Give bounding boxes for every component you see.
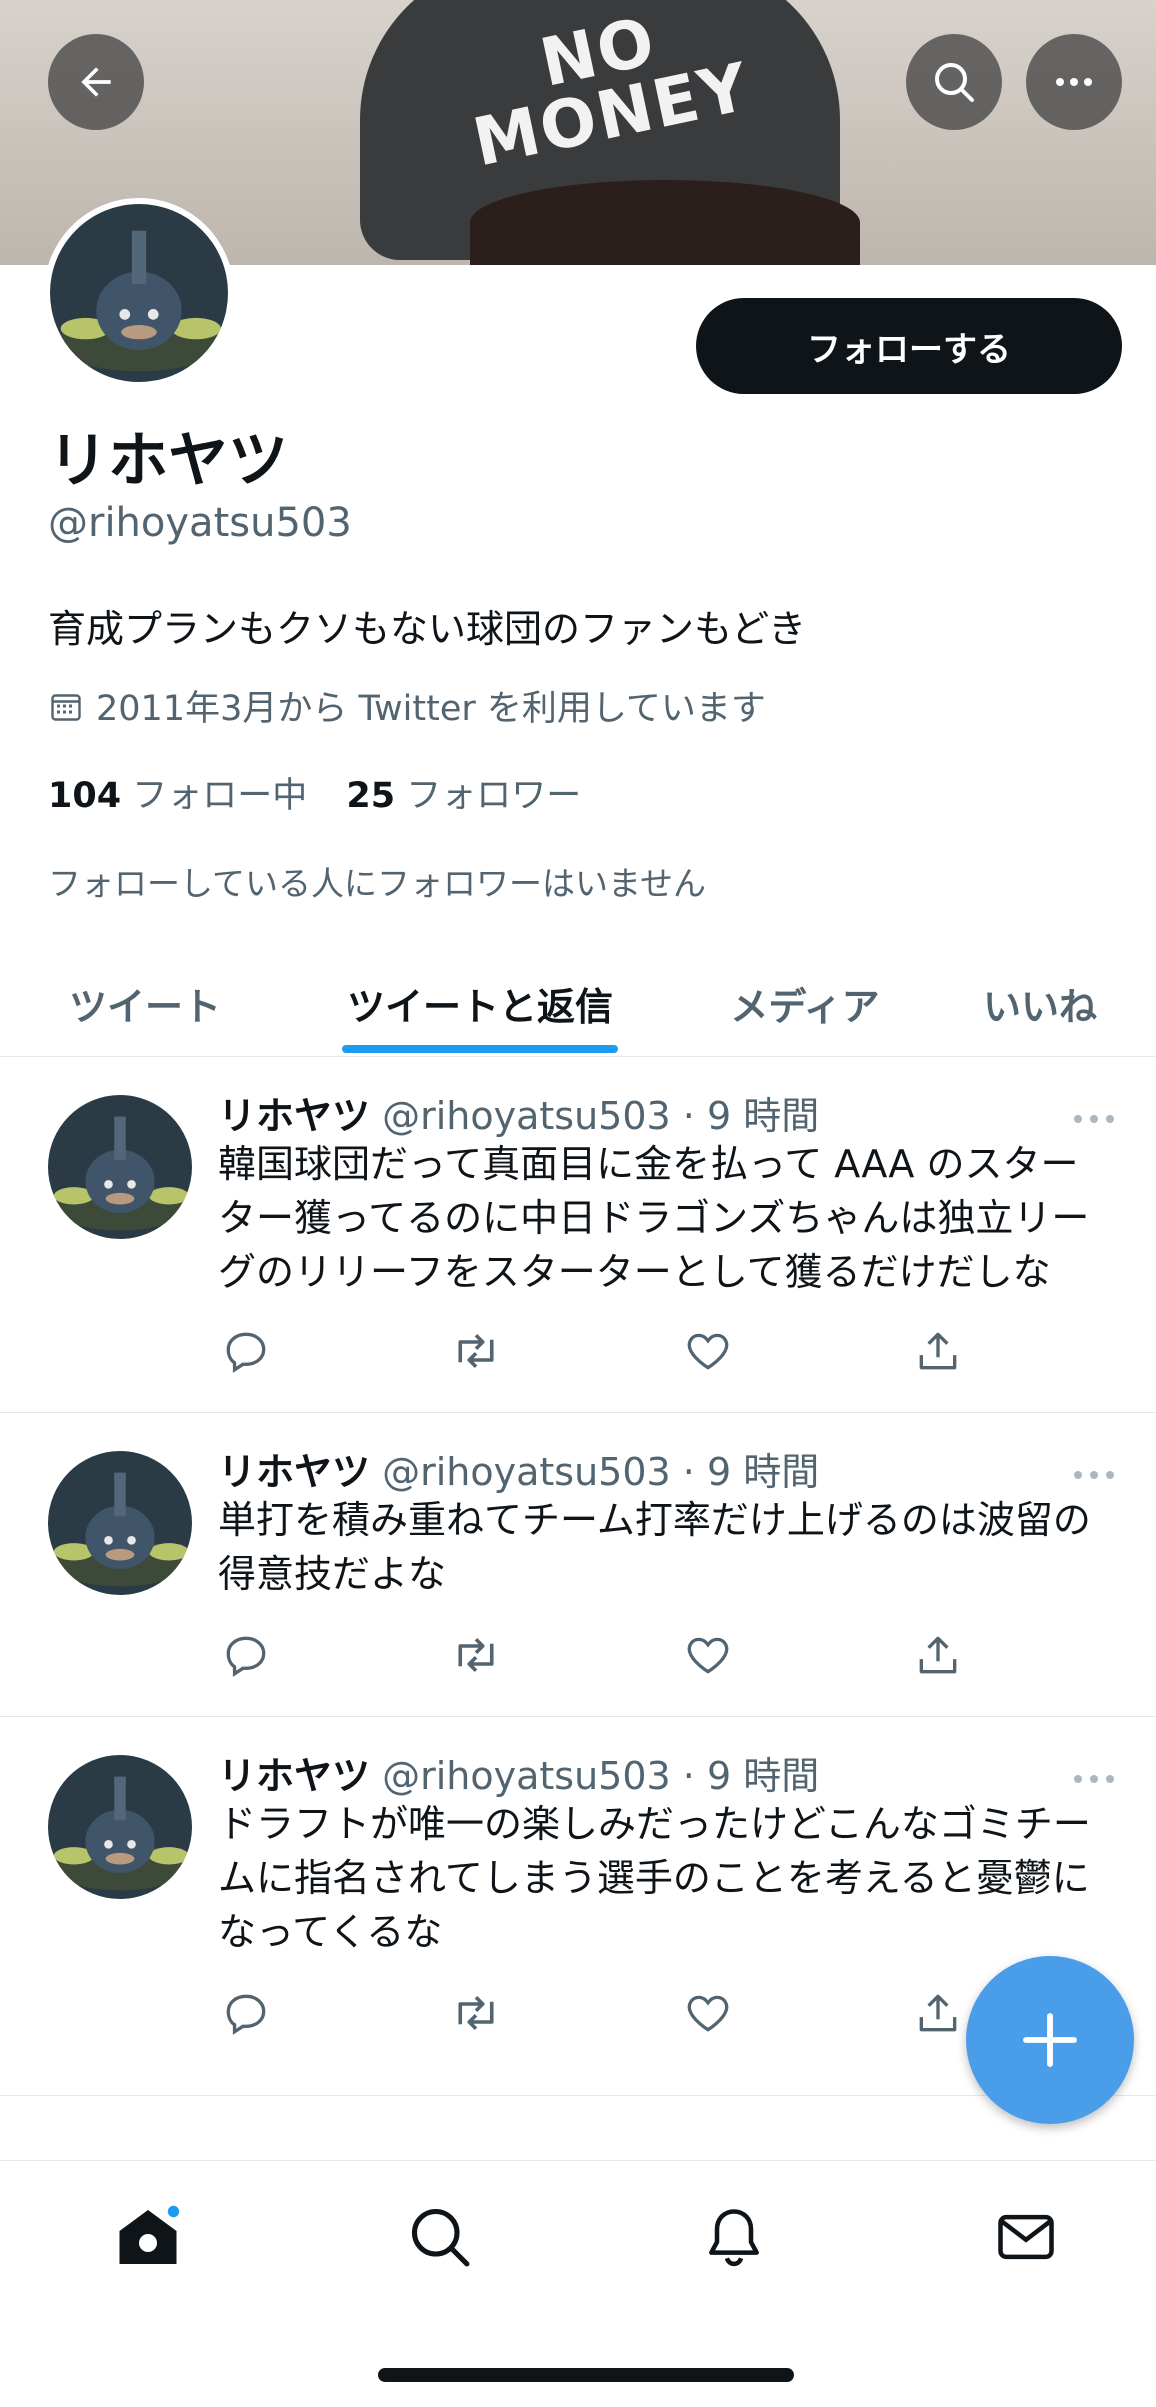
profile-joined: 2011年3月から Twitter を利用しています	[48, 680, 766, 731]
home-indicator	[378, 2368, 794, 2382]
tab-tweets-and-replies[interactable]: ツイートと返信	[330, 950, 630, 1056]
retweet-icon[interactable]	[448, 1323, 504, 1379]
back-button[interactable]	[48, 34, 144, 130]
tweet-text: ドラフトが唯一の楽しみだったけどこんなゴミチー ムに指名されてしまう選手のことを考…	[218, 1802, 1091, 1954]
followers-label: フォロワー	[406, 776, 582, 816]
tweet-text: 韓国球団だって真面目に金を払って AAA のスター ター獲ってるのに中日ドラゴンズ…	[218, 1142, 1090, 1294]
following-label: フォロー中	[132, 776, 308, 816]
nav-notifications[interactable]	[698, 2201, 770, 2273]
tweet-author-name[interactable]: リホヤツ	[218, 1094, 370, 1138]
share-icon[interactable]	[910, 1323, 966, 1379]
retweet-icon[interactable]	[448, 1985, 504, 2041]
tweet[interactable]: リホヤツ @rihoyatsu503 · 9 時間 単打を積み重ねてチーム打率だ…	[0, 1413, 1156, 1717]
retweet-icon[interactable]	[448, 1627, 504, 1683]
share-icon[interactable]	[910, 1627, 966, 1683]
heart-icon[interactable]	[680, 1627, 736, 1683]
share-icon[interactable]	[910, 1985, 966, 2041]
profile-handle: @rihoyatsu503	[48, 500, 352, 546]
tweet-header: リホヤツ @rihoyatsu503 · 9 時間	[218, 1745, 819, 1800]
reply-icon[interactable]	[218, 1627, 274, 1683]
tab-tweets[interactable]: ツイート	[40, 950, 250, 1056]
nav-messages[interactable]	[990, 2201, 1062, 2273]
more-icon	[1056, 78, 1092, 86]
active-tab-indicator	[342, 1045, 618, 1053]
reply-icon[interactable]	[218, 1985, 274, 2041]
arrow-left-icon	[81, 67, 111, 97]
followers-count: 25	[346, 776, 396, 816]
tweet-actions	[218, 1985, 978, 2041]
search-icon	[935, 63, 974, 102]
mail-icon	[998, 2214, 1054, 2260]
tweet-meta: @rihoyatsu503 · 9 時間	[382, 1094, 820, 1138]
profile-avatar[interactable]	[44, 198, 234, 388]
tweet-header: リホヤツ @rihoyatsu503 · 9 時間	[218, 1085, 819, 1140]
following-link[interactable]: 104 フォロー中	[48, 776, 307, 816]
bell-icon	[709, 2209, 759, 2267]
joined-text: 2011年3月から Twitter を利用しています	[96, 689, 766, 729]
following-count: 104	[48, 776, 122, 816]
tweet-more-icon[interactable]	[1070, 1109, 1118, 1129]
more-button[interactable]	[1026, 34, 1122, 130]
tweet-meta: @rihoyatsu503 · 9 時間	[382, 1754, 820, 1798]
tweet-text: 単打を積み重ねてチーム打率だけ上げるのは波留の 得意技だよな	[218, 1498, 1091, 1596]
tweet-actions	[218, 1323, 978, 1379]
tweet-header: リホヤツ @rihoyatsu503 · 9 時間	[218, 1441, 819, 1496]
follow-button[interactable]: フォローする	[696, 298, 1122, 394]
heart-icon[interactable]	[680, 1323, 736, 1379]
tweet-more-icon[interactable]	[1070, 1465, 1118, 1485]
tweet-avatar[interactable]	[48, 1755, 192, 1899]
compose-button[interactable]	[966, 1956, 1134, 2124]
mutual-followers-text: フォローしている人にフォロワーはいません	[48, 864, 707, 903]
tweet-meta: @rihoyatsu503 · 9 時間	[382, 1450, 820, 1494]
tweet-more-icon[interactable]	[1070, 1769, 1118, 1789]
banner-cap-brim	[470, 180, 860, 265]
profile-stats: 104 フォロー中 25 フォロワー	[48, 767, 581, 818]
tweet[interactable]: リホヤツ @rihoyatsu503 · 9 時間 韓国球団だって真面目に金を払…	[0, 1057, 1156, 1413]
reply-icon[interactable]	[218, 1323, 274, 1379]
tweet-author-name[interactable]: リホヤツ	[218, 1450, 370, 1494]
plus-icon	[1023, 2013, 1077, 2067]
tweet-author-name[interactable]: リホヤツ	[218, 1754, 370, 1798]
profile-tabs: ツイート ツイートと返信 メディア いいね	[0, 950, 1156, 1057]
profile-name: リホヤツ	[48, 426, 288, 496]
tab-media[interactable]: メディア	[690, 950, 920, 1056]
tweet-avatar[interactable]	[48, 1451, 192, 1595]
nav-home[interactable]	[112, 2201, 184, 2273]
calendar-icon	[51, 693, 81, 721]
tweet-actions	[218, 1627, 978, 1683]
tweet-avatar[interactable]	[48, 1095, 192, 1239]
profile-bio: 育成プランもクソもない球団のファンもどき	[48, 607, 807, 651]
home-icon	[119, 2203, 182, 2264]
heart-icon[interactable]	[680, 1985, 736, 2041]
followers-link[interactable]: 25 フォロワー	[346, 776, 581, 816]
search-button[interactable]	[906, 34, 1002, 130]
search-icon	[411, 2208, 470, 2267]
tab-likes[interactable]: いいね	[960, 950, 1120, 1056]
nav-search[interactable]	[404, 2201, 476, 2273]
